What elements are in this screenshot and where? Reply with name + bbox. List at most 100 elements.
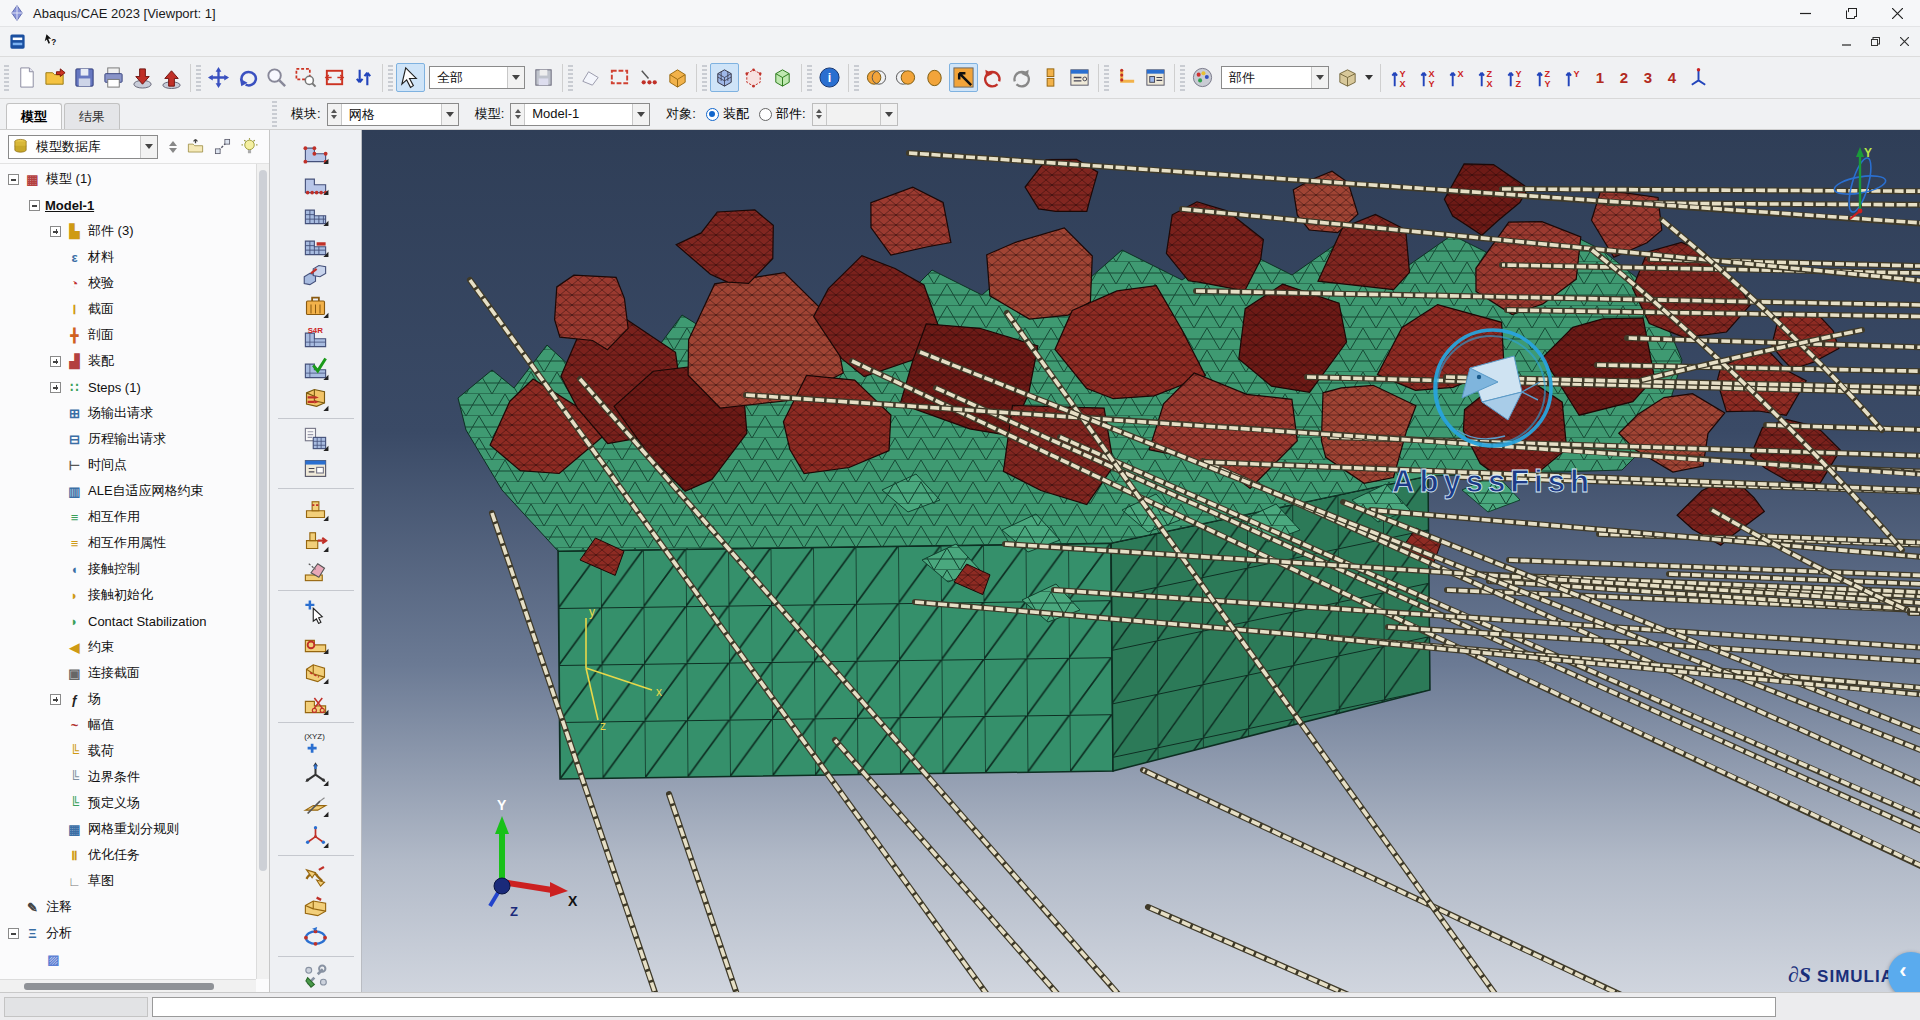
context-help-icon[interactable]: ? [43, 33, 57, 50]
pick-entities-button[interactable] [634, 63, 663, 92]
chevron-down-icon[interactable] [140, 136, 157, 158]
display-group-add-button[interactable] [891, 63, 920, 92]
trim-cell-tool[interactable] [298, 687, 334, 718]
expand-icon[interactable] [50, 226, 61, 237]
user-view-3-button[interactable]: 3 [1636, 63, 1660, 92]
mesh-move-tool[interactable] [298, 259, 334, 290]
tree-item[interactable]: ▦网格重划分规则 [0, 816, 256, 842]
collapse-icon[interactable] [8, 928, 19, 939]
expand-icon[interactable] [50, 356, 61, 367]
translucency-button[interactable] [1333, 63, 1362, 92]
locked-selection-button[interactable] [529, 63, 558, 92]
copy-mesh-pattern-tool[interactable] [298, 423, 334, 454]
assign-element-type-tool[interactable]: S4R [298, 321, 334, 352]
render-hidden-dashed-button[interactable] [739, 63, 768, 92]
cycle-views-button[interactable] [349, 63, 378, 92]
tree-item[interactable]: Ⅱ优化任务 [0, 842, 256, 868]
apply-view-3[interactable]: X [1443, 63, 1472, 92]
free-body-cut-button[interactable] [1112, 63, 1141, 92]
object-part-radio[interactable]: 部件: [759, 105, 806, 123]
mesh-options-tool[interactable] [298, 454, 334, 485]
primitive-box-button[interactable] [663, 63, 692, 92]
tab-model[interactable]: 模型 [6, 103, 62, 129]
undo-button[interactable] [978, 63, 1007, 92]
tree-item[interactable]: ≡相互作用 [0, 504, 256, 530]
tree-item[interactable]: ✎注释 [0, 894, 256, 920]
view-options-button[interactable] [1141, 63, 1170, 92]
delete-feature-tool[interactable] [298, 555, 334, 586]
tree-item[interactable]: ∷Steps (1) [0, 374, 256, 400]
swap-normals-tool[interactable] [298, 860, 334, 891]
export-file-button[interactable] [157, 63, 186, 92]
model-database-combo[interactable]: 模型数据库 [8, 135, 158, 159]
custom-view-axes-button[interactable] [1684, 63, 1713, 92]
tile-viewports-button[interactable] [1036, 63, 1065, 92]
tree-item[interactable]: Ξ分析 [0, 920, 256, 946]
tree-item[interactable]: ∟草图 [0, 868, 256, 894]
tree-item[interactable]: ◖接触控制 [0, 556, 256, 582]
child-minimize-button[interactable] [1833, 32, 1859, 52]
apply-view-5[interactable]: YZ [1501, 63, 1530, 92]
seed-edges-tool[interactable] [298, 167, 334, 198]
tree-item[interactable]: ◗接触初始化 [0, 582, 256, 608]
tree-item[interactable]: ╚预定义场 [0, 790, 256, 816]
print-button[interactable] [99, 63, 128, 92]
lightbulb-icon[interactable] [237, 135, 261, 159]
datum-axis-tool[interactable] [298, 758, 334, 789]
tree-item[interactable]: ≡相互作用属性 [0, 530, 256, 556]
folder-up-icon[interactable] [183, 135, 207, 159]
tree-item[interactable]: ▣连接截面 [0, 660, 256, 686]
datum-point-xyz-tool[interactable]: (XYZ) [298, 727, 334, 758]
tree-item[interactable]: ⊞场输出请求 [0, 400, 256, 426]
close-button[interactable] [1874, 0, 1920, 26]
mesh-region-tool[interactable] [298, 229, 334, 260]
display-group-selected-button[interactable] [949, 63, 978, 92]
edit-mesh-tool[interactable] [298, 595, 334, 626]
user-view-4-button[interactable]: 4 [1660, 63, 1684, 92]
tree-item[interactable]: ▨ [0, 946, 256, 972]
tree-item[interactable]: ╚载荷 [0, 738, 256, 764]
tree-item[interactable]: ⊟历程输出请求 [0, 426, 256, 452]
chevron-down-icon[interactable] [1311, 67, 1328, 88]
child-restore-button[interactable] [1862, 32, 1888, 52]
tree-item[interactable]: ε材料 [0, 244, 256, 270]
3d-mesh-scene[interactable]: xzyYXZYAbyssFish [362, 130, 1920, 992]
redo-button[interactable] [1007, 63, 1036, 92]
color-code-dialog-button[interactable] [1188, 63, 1217, 92]
tree-item[interactable]: ▙部件 (3) [0, 218, 256, 244]
command-input[interactable] [152, 997, 1776, 1017]
user-view-2-button[interactable]: 2 [1612, 63, 1636, 92]
collapse-icon[interactable] [29, 200, 40, 211]
render-filled-button[interactable] [768, 63, 797, 92]
tree-item[interactable]: Model-1 [0, 192, 256, 218]
datum-csys-tool[interactable] [298, 820, 334, 851]
box-zoom-button[interactable] [291, 63, 320, 92]
select-cursor-button[interactable] [396, 63, 425, 92]
edit-loop-tool[interactable] [298, 921, 334, 952]
magnify-view-button[interactable] [262, 63, 291, 92]
color-code-combo[interactable]: 部件 [1221, 66, 1329, 89]
save-database-button[interactable] [70, 63, 99, 92]
chevron-down-icon[interactable] [632, 104, 649, 125]
apply-view-7[interactable]: Y [1559, 63, 1588, 92]
tree-item[interactable]: ƒ场 [0, 686, 256, 712]
verify-mesh-tool[interactable] [298, 352, 334, 383]
viewport-canvas[interactable]: xzyYXZYAbyssFish ∂S SIMULIA ‹ [362, 130, 1920, 992]
expand-icon[interactable] [50, 694, 61, 705]
apply-view-2[interactable]: XY [1414, 63, 1443, 92]
tree-item[interactable]: ▥ALE自适应网格约束 [0, 478, 256, 504]
tree-item[interactable]: ⊢时间点 [0, 452, 256, 478]
user-view-1-button[interactable]: 1 [1588, 63, 1612, 92]
tree-item[interactable]: ╋剖面 [0, 322, 256, 348]
minimize-button[interactable] [1782, 0, 1828, 26]
assign-stack-orientation-tool[interactable] [298, 290, 334, 321]
datum-plane-tool[interactable] [298, 789, 334, 820]
maximize-button[interactable] [1828, 0, 1874, 26]
tree-item[interactable]: ~幅值 [0, 712, 256, 738]
seed-part-tool[interactable] [298, 136, 334, 167]
pan-view-button[interactable] [204, 63, 233, 92]
apply-view-1[interactable]: YX [1385, 63, 1414, 92]
customize-toolbox-tool[interactable] [298, 961, 334, 992]
model-combo[interactable]: Model-1 [510, 103, 650, 126]
partition-cell-tool[interactable] [298, 493, 334, 524]
